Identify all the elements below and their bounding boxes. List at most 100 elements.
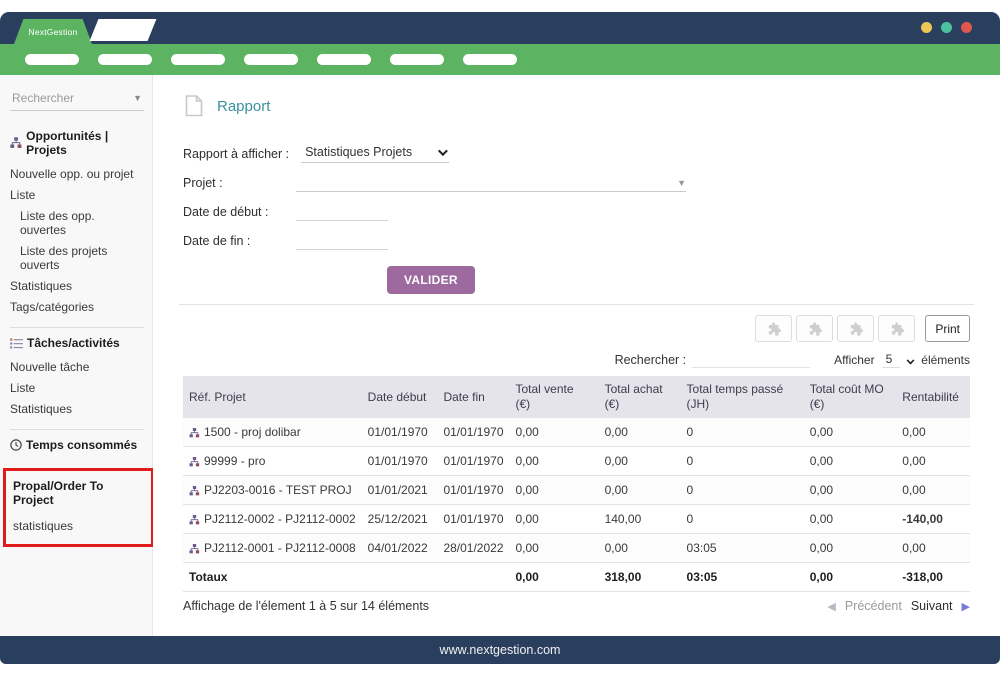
project-ref-cell[interactable]: PJ2112-0002 - PJ2112-0002 — [183, 505, 362, 534]
date-start-label: Date de début : — [183, 205, 284, 221]
col-total-achat[interactable]: Total achat(€) — [599, 376, 681, 418]
previous-button[interactable]: Précédent — [845, 599, 902, 613]
nav-pill[interactable] — [463, 54, 517, 65]
next-button[interactable]: Suivant — [911, 599, 953, 613]
export-button-3[interactable] — [837, 315, 874, 342]
section-title: Opportunités | Projets — [26, 129, 144, 157]
totals-row: Totaux 0,00 318,00 03:05 0,00 -318,00 — [183, 563, 970, 592]
table-row: PJ2203-0016 - TEST PROJ 01/01/2021 01/01… — [183, 476, 970, 505]
puzzle-icon — [807, 321, 823, 337]
sidebar-item-liste-opp-ouvertes[interactable]: Liste des opp. ouvertes — [10, 205, 144, 240]
main-navbar — [0, 44, 1000, 75]
main-content: Rapport Rapport à afficher : Statistique… — [153, 75, 1000, 636]
divider — [179, 304, 974, 305]
sidebar-item-statistiques-opp[interactable]: Statistiques — [10, 275, 144, 296]
table-controls: Rechercher : Afficher 5 éléments — [183, 352, 970, 368]
titlebar: NextGestion — [0, 12, 1000, 44]
col-total-vente[interactable]: Total vente(€) — [510, 376, 599, 418]
highlight-box: Propal/Order To Project statistiques — [3, 468, 154, 547]
next-arrow-icon[interactable]: ▶ — [962, 600, 970, 613]
date-start-input[interactable] — [296, 204, 388, 221]
rentabilite-value: 0,00 — [896, 534, 970, 563]
table-row: PJ2112-0001 - PJ2112-0008 04/01/2022 28/… — [183, 534, 970, 563]
sidebar-search-select[interactable]: Rechercher ▼ — [10, 89, 144, 111]
sidebar: Rechercher ▼ Opportunités | Projets Nouv… — [0, 75, 153, 636]
project-ref-cell[interactable]: PJ2112-0001 - PJ2112-0008 — [183, 534, 362, 563]
export-toolbar: Print — [183, 315, 970, 342]
table-search-input[interactable] — [692, 352, 810, 368]
length-select[interactable]: 5 — [882, 352, 901, 368]
brand-label: NextGestion — [29, 27, 78, 37]
brand-tab[interactable]: NextGestion — [14, 19, 92, 44]
project-ref-cell[interactable]: PJ2203-0016 - TEST PROJ — [183, 476, 362, 505]
app-window: NextGestion Rechercher ▼ — [0, 0, 1000, 679]
nav-pill[interactable] — [317, 54, 371, 65]
date-end-input[interactable] — [296, 233, 388, 250]
sitemap-icon — [189, 544, 200, 554]
section-title: Tâches/activités — [27, 336, 120, 350]
sidebar-item-propal-statistiques[interactable]: statistiques — [13, 515, 145, 536]
divider — [10, 429, 144, 430]
col-ref[interactable]: Réf. Projet — [183, 376, 362, 418]
length-suffix: éléments — [921, 353, 970, 367]
col-rentabilite[interactable]: Rentabilité — [896, 376, 970, 418]
valider-button[interactable]: VALIDER — [387, 266, 475, 294]
footer-bar: www.nextgestion.com — [0, 636, 1000, 664]
page-title: Rapport — [217, 98, 270, 115]
nav-pill[interactable] — [98, 54, 152, 65]
col-total-cout[interactable]: Total coût MO(€) — [804, 376, 897, 418]
rentabilite-value: 0,00 — [896, 447, 970, 476]
export-button-4[interactable] — [878, 315, 915, 342]
rentabilite-value: -140,00 — [896, 505, 970, 534]
col-date-fin[interactable]: Date fin — [437, 376, 509, 418]
maximize-dot[interactable] — [941, 22, 952, 33]
divider — [10, 327, 144, 328]
report-type-value: Statistiques Projets — [305, 145, 412, 159]
totals-label: Totaux — [183, 563, 362, 592]
sidebar-item-nouvelle-tache[interactable]: Nouvelle tâche — [10, 356, 144, 377]
export-button-2[interactable] — [796, 315, 833, 342]
nav-pill[interactable] — [25, 54, 79, 65]
secondary-tab[interactable] — [90, 19, 157, 41]
project-select[interactable]: ▼ — [296, 174, 686, 192]
sidebar-item-tags-categories[interactable]: Tags/catégories — [10, 296, 144, 317]
sidebar-item-nouvelle-opp[interactable]: Nouvelle opp. ou projet — [10, 163, 144, 184]
nav-pill[interactable] — [244, 54, 298, 65]
table-header-row: Réf. Projet Date début Date fin Total ve… — [183, 376, 970, 418]
sitemap-icon — [10, 137, 22, 149]
table-row: 99999 - pro 01/01/1970 01/01/1970 0,00 0… — [183, 447, 970, 476]
sidebar-section-taches[interactable]: Tâches/activités — [10, 336, 144, 350]
close-dot[interactable] — [961, 22, 972, 33]
sidebar-item-statistiques-taches[interactable]: Statistiques — [10, 398, 144, 419]
previous-arrow-icon[interactable]: ◀ — [827, 600, 835, 613]
minimize-dot[interactable] — [921, 22, 932, 33]
export-button-1[interactable] — [755, 315, 792, 342]
sidebar-item-liste-opp[interactable]: Liste — [10, 184, 144, 205]
sidebar-section-propal-to-project[interactable]: Propal/Order To Project — [13, 479, 145, 507]
report-type-select[interactable]: Statistiques Projets — [301, 145, 449, 163]
totals-rentabilite: -318,00 — [896, 563, 970, 592]
rentabilite-value: 0,00 — [896, 418, 970, 447]
col-total-temps[interactable]: Total temps passé(JH) — [681, 376, 804, 418]
footer-url: www.nextgestion.com — [440, 643, 561, 657]
pagination: ◀ Précédent Suivant ▶ — [827, 599, 970, 613]
project-ref-cell[interactable]: 99999 - pro — [183, 447, 362, 476]
sidebar-item-liste-projets-ouverts[interactable]: Liste des projets ouverts — [10, 240, 144, 275]
sidebar-item-liste-taches[interactable]: Liste — [10, 377, 144, 398]
rentabilite-value: 0,00 — [896, 476, 970, 505]
document-icon — [185, 95, 203, 117]
puzzle-icon — [766, 321, 782, 337]
col-date-debut[interactable]: Date début — [362, 376, 438, 418]
clock-icon — [10, 439, 22, 451]
sidebar-search-placeholder: Rechercher — [12, 91, 74, 105]
window-controls — [921, 22, 972, 33]
print-button[interactable]: Print — [925, 315, 970, 342]
date-end-label: Date de fin : — [183, 234, 284, 250]
chevron-down-icon: ▼ — [133, 93, 142, 103]
sidebar-section-opportunites[interactable]: Opportunités | Projets — [10, 129, 144, 157]
nav-pill[interactable] — [390, 54, 444, 65]
project-ref-cell[interactable]: 1500 - proj dolibar — [183, 418, 362, 447]
chevron-down-icon — [907, 356, 915, 364]
sidebar-section-temps[interactable]: Temps consommés — [10, 438, 144, 452]
nav-pill[interactable] — [171, 54, 225, 65]
